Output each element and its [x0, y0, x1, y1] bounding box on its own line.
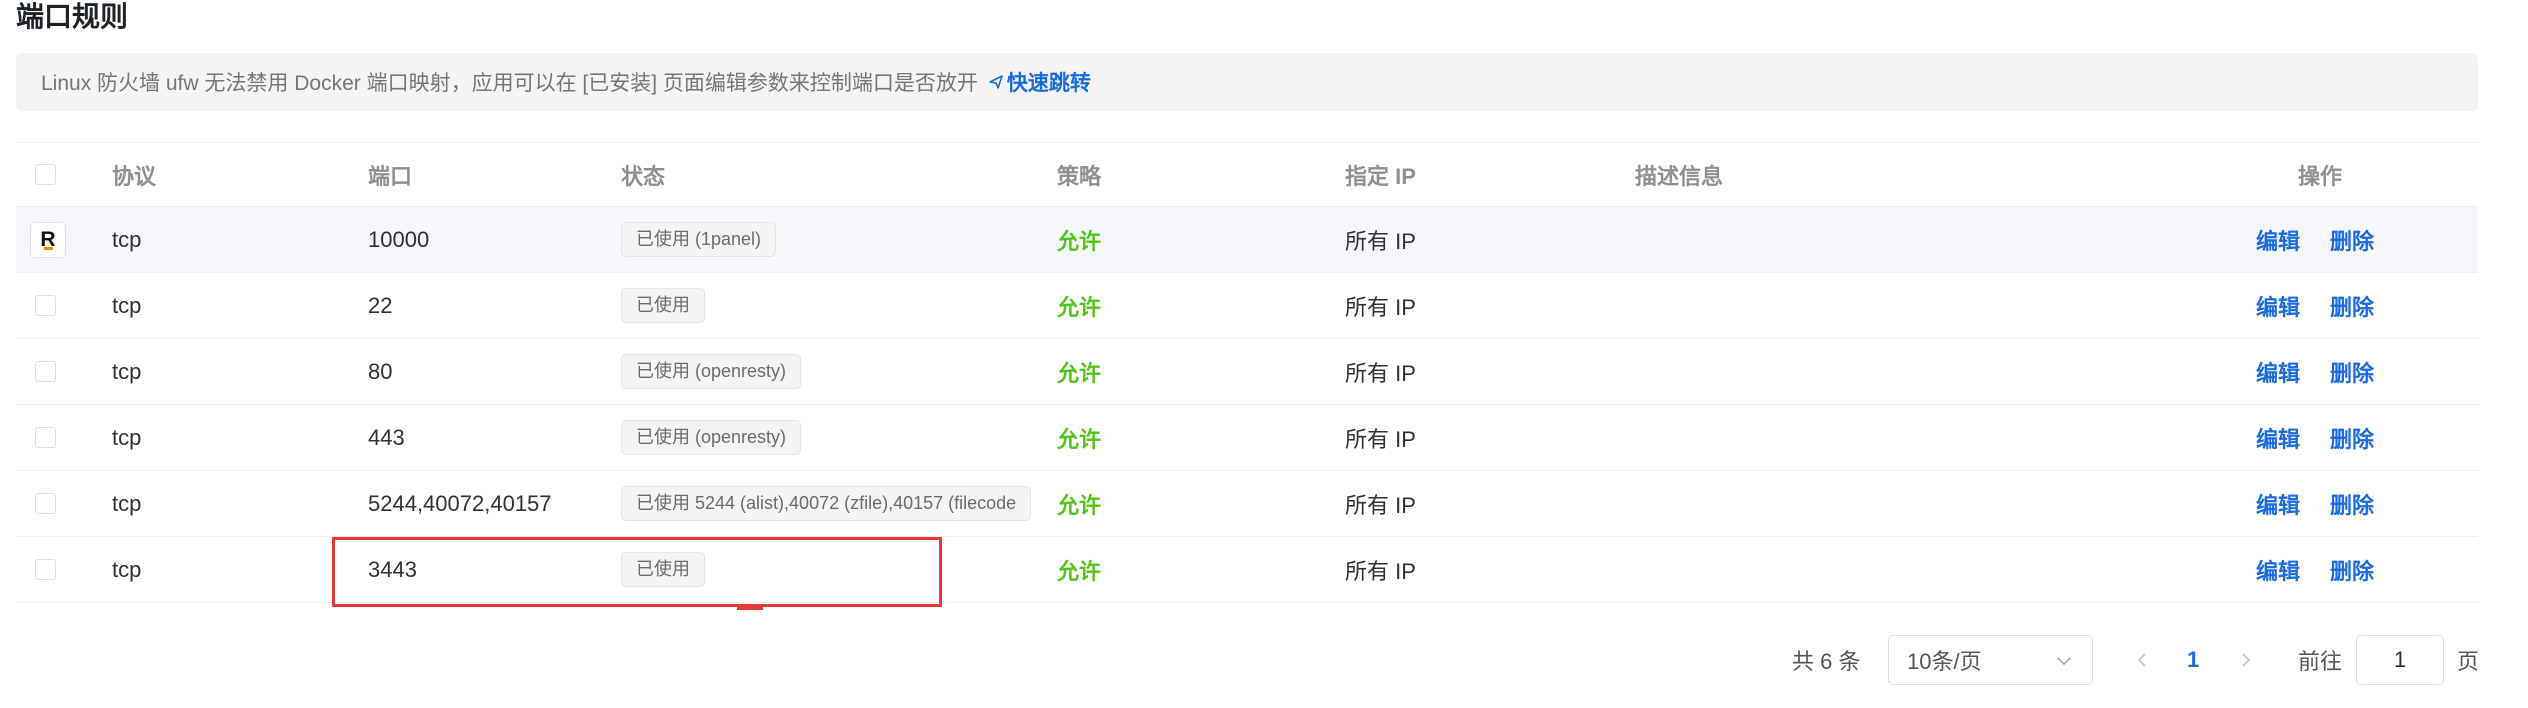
- status-badge: 已使用: [621, 288, 705, 323]
- strategy-allow: 允许: [1057, 426, 1102, 452]
- row-port: 22: [368, 292, 393, 318]
- row-protocol: tcp: [112, 424, 142, 450]
- row-ip: 所有 IP: [1345, 558, 1416, 584]
- row-ip: 所有 IP: [1345, 294, 1416, 320]
- edit-button[interactable]: 编辑: [2256, 356, 2300, 388]
- edit-button[interactable]: 编辑: [2256, 554, 2300, 586]
- page-title: 端口规则: [16, 1, 129, 32]
- row-protocol: tcp: [112, 490, 142, 516]
- strategy-allow: 允许: [1057, 294, 1102, 320]
- status-badge: 已使用 (openresty): [621, 354, 802, 389]
- row-port: 80: [368, 358, 393, 384]
- goto-label: 前往: [2298, 649, 2343, 674]
- row-protocol: tcp: [112, 226, 142, 252]
- delete-button[interactable]: 删除: [2330, 554, 2374, 586]
- header-strategy: 策略: [1057, 163, 1102, 189]
- prev-page-button[interactable]: [2132, 634, 2152, 686]
- header-protocol: 协议: [112, 163, 157, 189]
- ufw-notice: Linux 防火墙 ufw 无法禁用 Docker 端口映射，应用可以在 [已安…: [16, 53, 2478, 111]
- header-actions: 操作: [2298, 163, 2343, 189]
- row-protocol: tcp: [112, 358, 142, 384]
- delete-button[interactable]: 删除: [2330, 224, 2374, 256]
- row-checkbox[interactable]: [35, 559, 56, 580]
- chevron-left-icon: [2137, 653, 2146, 667]
- table-row: tcp 443 已使用 (openresty) 允许 所有 IP 编辑 删除: [16, 405, 2478, 471]
- delete-button[interactable]: 删除: [2330, 422, 2374, 454]
- row-checkbox[interactable]: [35, 493, 56, 514]
- strategy-allow: 允许: [1057, 360, 1102, 386]
- highlight-box: [332, 537, 942, 607]
- page-size-select[interactable]: 10条/页: [1888, 635, 2093, 685]
- strategy-allow: 允许: [1057, 558, 1102, 584]
- table-row: tcp 80 已使用 (openresty) 允许 所有 IP 编辑 删除: [16, 339, 2478, 405]
- row-protocol: tcp: [112, 292, 142, 318]
- row-port: 10000: [368, 226, 430, 252]
- quick-jump-link[interactable]: 快速跳转: [988, 67, 1091, 97]
- delete-button[interactable]: 删除: [2330, 290, 2374, 322]
- page-size-value: 10条/页: [1907, 649, 1982, 674]
- delete-button[interactable]: 删除: [2330, 488, 2374, 520]
- edit-button[interactable]: 编辑: [2256, 224, 2300, 256]
- row-ip: 所有 IP: [1345, 228, 1416, 254]
- edit-button[interactable]: 编辑: [2256, 488, 2300, 520]
- total-count: 共 6 条: [1792, 649, 1861, 674]
- row-ip: 所有 IP: [1345, 360, 1416, 386]
- status-badge: 已使用 (openresty): [621, 420, 802, 455]
- header-ip: 指定 IP: [1345, 163, 1416, 189]
- table-row: tcp 22 已使用 允许 所有 IP 编辑 删除: [16, 273, 2478, 339]
- header-port: 端口: [368, 163, 413, 189]
- row-port: 5244,40072,40157: [368, 490, 552, 516]
- table-row: tcp 5244,40072,40157 已使用 5244 (alist),40…: [16, 471, 2478, 537]
- row-ip: 所有 IP: [1345, 426, 1416, 452]
- table-row: R tcp 10000 已使用 (1panel) 允许 所有 IP 编辑 删除: [16, 207, 2478, 273]
- row-checkbox[interactable]: [35, 361, 56, 382]
- row-protocol: tcp: [112, 556, 142, 582]
- notice-text: Linux 防火墙 ufw 无法禁用 Docker 端口映射，应用可以在 [已安…: [41, 72, 978, 95]
- port-rules-table: 协议 端口 状态 策略 指定 IP 描述信息 操作 R tcp 10000 已使…: [16, 142, 2478, 603]
- edit-button[interactable]: 编辑: [2256, 422, 2300, 454]
- row-port: 443: [368, 424, 405, 450]
- send-icon: [989, 75, 1003, 89]
- strategy-allow: 允许: [1057, 228, 1102, 254]
- row-ip: 所有 IP: [1345, 492, 1416, 518]
- chevron-down-icon: [2057, 657, 2071, 666]
- highlight-marker: [737, 605, 763, 610]
- status-badge: 已使用 5244 (alist),40072 (zfile),40157 (fi…: [621, 486, 1032, 521]
- row-checkbox[interactable]: [35, 295, 56, 316]
- next-page-button[interactable]: [2236, 634, 2256, 686]
- page-suffix-label: 页: [2457, 649, 2480, 674]
- header-status: 状态: [621, 163, 666, 189]
- select-all-checkbox[interactable]: [35, 164, 56, 185]
- delete-button[interactable]: 删除: [2330, 356, 2374, 388]
- quick-jump-label: 快速跳转: [1006, 72, 1091, 95]
- page-number-current[interactable]: 1: [2187, 634, 2199, 686]
- status-badge: 已使用 (1panel): [621, 222, 777, 257]
- header-description: 描述信息: [1635, 163, 1724, 189]
- table-header: 协议 端口 状态 策略 指定 IP 描述信息 操作: [16, 142, 2478, 207]
- row-checkbox[interactable]: [35, 427, 56, 448]
- edit-button[interactable]: 编辑: [2256, 290, 2300, 322]
- chevron-right-icon: [2242, 653, 2251, 667]
- 1panel-logo-icon: R: [30, 221, 66, 258]
- goto-page-input[interactable]: 1: [2356, 635, 2444, 685]
- strategy-allow: 允许: [1057, 492, 1102, 518]
